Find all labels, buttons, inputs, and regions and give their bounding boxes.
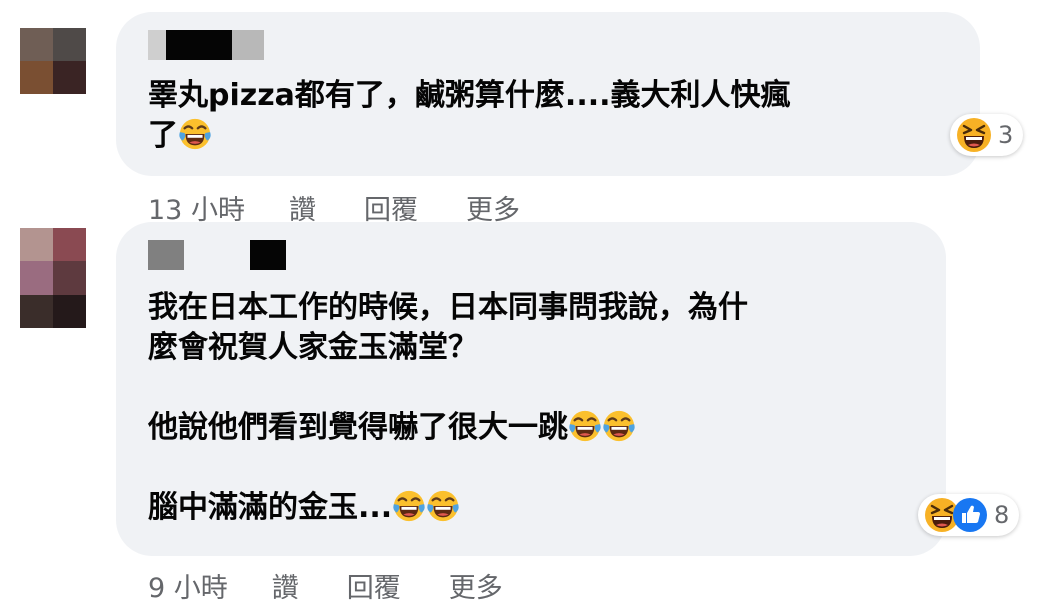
comment-actions: 9 小時 讚 回覆 更多 xyxy=(148,566,551,605)
avatar-pixel xyxy=(20,294,53,328)
avatar-pixel xyxy=(20,261,53,295)
face-with-tears-of-joy-icon xyxy=(568,409,602,443)
more-button[interactable]: 更多 xyxy=(449,566,503,605)
face-with-tears-of-joy-icon xyxy=(178,117,212,151)
comment-bubble: 我在日本工作的時候，日本同事問我說，為什 麼會祝賀人家金玉滿堂？ 他說他們看到覺… xyxy=(116,222,946,556)
avatar-pixel xyxy=(20,28,53,61)
comment-bubble: 睪丸pizza都有了，鹹粥算什麼....義大利人快瘋 了 xyxy=(116,12,980,176)
reaction-count: 3 xyxy=(998,121,1014,149)
comment-line-with-emoji: 他說他們看到覺得嚇了很大一跳 xyxy=(148,408,926,448)
avatar-pixel xyxy=(53,228,86,262)
thumbs-up-icon xyxy=(952,497,988,533)
comment-line: 腦中滿滿的金玉... xyxy=(148,490,393,525)
avatar-pixel xyxy=(53,261,86,295)
face-with-tears-of-joy-icon xyxy=(602,409,636,443)
avatar[interactable] xyxy=(20,228,86,328)
avatar[interactable] xyxy=(20,28,86,94)
comment-line: 睪丸pizza都有了，鹹粥算什麼....義大利人快瘋 xyxy=(148,78,791,113)
comment-line-with-emoji: 了 xyxy=(148,116,960,156)
commenter-name-redacted[interactable] xyxy=(148,30,264,60)
face-with-tears-of-joy-icon xyxy=(426,489,460,523)
avatar-pixel xyxy=(53,294,86,328)
comment-line: 麼會祝賀人家金玉滿堂？ xyxy=(148,330,478,365)
comment-line: 了 xyxy=(148,118,178,153)
avatar-pixel xyxy=(53,28,86,61)
comment-text: 我在日本工作的時候，日本同事問我說，為什 麼會祝賀人家金玉滿堂？ 他說他們看到覺… xyxy=(148,288,926,528)
avatar-pixel xyxy=(20,228,53,262)
reaction-summary[interactable]: 8 xyxy=(918,494,1020,536)
comment-line-with-emoji: 腦中滿滿的金玉... xyxy=(148,488,926,528)
reaction-count: 8 xyxy=(994,501,1010,529)
reaction-summary[interactable]: 3 xyxy=(950,114,1024,156)
avatar-pixel xyxy=(20,61,53,94)
commenter-name-redacted[interactable] xyxy=(148,240,286,270)
comment-line: 我在日本工作的時候，日本同事問我說，為什 xyxy=(148,290,748,325)
comment-line: 他說他們看到覺得嚇了很大一跳 xyxy=(148,410,568,445)
grinning-squinting-face-icon xyxy=(956,117,992,153)
reply-button[interactable]: 回覆 xyxy=(347,566,401,605)
like-button[interactable]: 讚 xyxy=(272,566,299,605)
comment-text: 睪丸pizza都有了，鹹粥算什麼....義大利人快瘋 了 xyxy=(148,76,960,156)
avatar-pixel xyxy=(53,61,86,94)
face-with-tears-of-joy-icon xyxy=(392,489,426,523)
comment-timestamp[interactable]: 9 小時 xyxy=(148,566,228,605)
